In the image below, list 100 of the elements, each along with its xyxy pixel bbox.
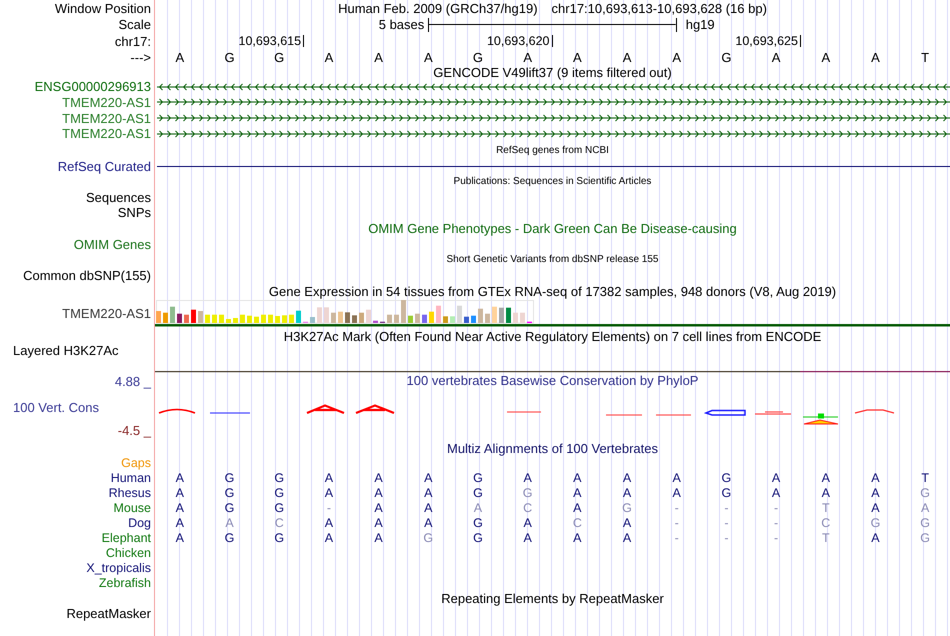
track-label[interactable]: TMEM220-AS1	[62, 126, 151, 142]
track-label[interactable]: Sequences	[86, 190, 151, 205]
base-letter: A	[772, 486, 780, 500]
base-letter: G	[920, 530, 930, 545]
track-label[interactable]: Common dbSNP(155)	[23, 268, 151, 283]
row-label: Window Position	[54, 0, 151, 16]
conservation-mark	[306, 404, 346, 414]
base-letter: A	[622, 50, 632, 64]
gene-line[interactable]	[157, 166, 950, 167]
base-letter: G	[472, 50, 484, 64]
expression-bar	[205, 314, 210, 324]
base-letter: A	[474, 500, 482, 515]
base-letter: -	[774, 500, 778, 515]
track-label[interactable]: 100 Vert. Cons	[13, 400, 99, 415]
base-letter: A	[176, 470, 184, 485]
gene-line[interactable]	[156, 130, 950, 138]
track-label[interactable]: Zebrafish	[98, 576, 151, 590]
track-label[interactable]: Dog	[128, 516, 151, 530]
track-title[interactable]: Short Genetic Variants from dbSNP release 155	[446, 254, 658, 266]
expression-bar	[254, 316, 259, 324]
conservation-mark	[802, 414, 838, 425]
base-letter: A	[324, 530, 334, 545]
track-label[interactable]: ENSG00000296913	[34, 79, 151, 94]
track-label[interactable]: Mouse	[113, 500, 151, 515]
base-letter: -	[724, 516, 728, 530]
expression-bar	[247, 316, 252, 324]
track-label[interactable]: -4.5 _	[118, 423, 151, 440]
base-letter: A	[424, 486, 432, 500]
track-title[interactable]: RefSeq genes from NCBI	[496, 144, 609, 156]
base-letter: A	[672, 470, 681, 485]
base-letter: A	[374, 530, 383, 545]
track-title[interactable]: GENCODE V49lift37 (9 items filtered out)	[433, 65, 672, 80]
track-title[interactable]: 100 vertebrates Basewise Conservation by PhyloP	[406, 373, 698, 388]
track-title[interactable]: Repeating Elements by RepeatMasker	[441, 590, 664, 606]
strand-label: --->	[130, 50, 151, 64]
gene-line[interactable]	[156, 98, 950, 106]
base-letter: A	[424, 516, 432, 530]
track-label[interactable]: 4.88 _	[114, 374, 151, 390]
base-letter: A	[871, 530, 880, 545]
track-label[interactable]: RepeatMasker	[66, 606, 151, 622]
track-label[interactable]: Human	[110, 470, 151, 485]
conservation-mark	[158, 408, 196, 414]
base-letter: A	[374, 50, 383, 64]
track-label[interactable]: TMEM220-AS1	[62, 110, 151, 126]
track-title[interactable]: Gene Expression in 54 tissues from GTEx RNA-seq of 17382 samples, 948 donors (V8, Aug 2019)	[268, 284, 836, 299]
expression-bar	[513, 312, 518, 324]
expression-bar	[492, 306, 497, 324]
track-title[interactable]: OMIM Gene Phenotypes - Dark Green Can Be Disease-causing	[368, 221, 737, 236]
base-letter: A	[374, 470, 383, 485]
expression-bar	[296, 310, 301, 324]
track-label[interactable]: SNPs	[118, 205, 151, 220]
track-title[interactable]: Multiz Alignments of 100 Vertebrates	[446, 441, 658, 456]
track-label[interactable]: Rhesus	[108, 486, 151, 500]
track-title[interactable]: Publications: Sequences in Scientific Articles	[454, 176, 652, 188]
base-letter: A	[324, 50, 334, 64]
expression-bar	[499, 308, 504, 324]
base-letter: G	[473, 516, 483, 530]
expression-bar	[345, 312, 350, 324]
tick-mark	[303, 35, 304, 47]
track-label[interactable]: TMEM220-AS1	[62, 94, 151, 110]
gene-line[interactable]	[155, 324, 950, 327]
gene-line[interactable]	[156, 114, 950, 122]
track-label[interactable]: OMIM Genes	[74, 236, 151, 252]
base-letter: G	[473, 530, 483, 545]
track-label[interactable]: Layered H3K27Ac	[13, 344, 119, 358]
base-letter: G	[274, 486, 284, 500]
base-letter: A	[871, 470, 880, 485]
base-letter: A	[573, 470, 582, 485]
base-letter: G	[274, 530, 284, 545]
expression-bar	[415, 314, 420, 324]
expression-bar	[471, 316, 476, 324]
track-title[interactable]: H3K27Ac Mark (Often Found Near Active Regulatory Elements) on 7 cell lines from ENCODE	[284, 328, 822, 344]
base-letter: A	[176, 50, 184, 64]
track-label[interactable]: TMEM220-AS1	[62, 306, 151, 322]
base-letter: A	[772, 470, 780, 485]
base-letter: G	[274, 500, 284, 515]
gene-line[interactable]	[156, 83, 950, 90]
base-letter: T	[822, 530, 830, 545]
track-label[interactable]: X_tropicalis	[86, 560, 151, 575]
base-letter: G	[920, 486, 930, 500]
conservation-mark	[354, 404, 396, 414]
expression-bar	[317, 307, 322, 324]
assembly-name: hg19	[686, 17, 715, 32]
track-label[interactable]: RefSeq Curated	[58, 158, 151, 174]
base-letter: G	[224, 530, 234, 545]
expression-bar	[352, 315, 357, 324]
expression-bar	[485, 314, 490, 324]
base-letter: C	[572, 516, 582, 530]
track-label[interactable]: Elephant	[102, 530, 151, 545]
base-letter: A	[573, 530, 582, 545]
base-letter: -	[724, 530, 728, 545]
base-letter: A	[374, 486, 383, 500]
expression-bar	[191, 310, 196, 324]
base-letter: A	[374, 516, 383, 530]
base-letter: A	[424, 470, 432, 485]
base-letter: G	[870, 516, 880, 530]
row-label: Scale	[118, 17, 151, 32]
track-label[interactable]: Chicken	[106, 546, 151, 560]
base-letter: A	[176, 486, 184, 500]
base-letter: A	[374, 500, 383, 515]
